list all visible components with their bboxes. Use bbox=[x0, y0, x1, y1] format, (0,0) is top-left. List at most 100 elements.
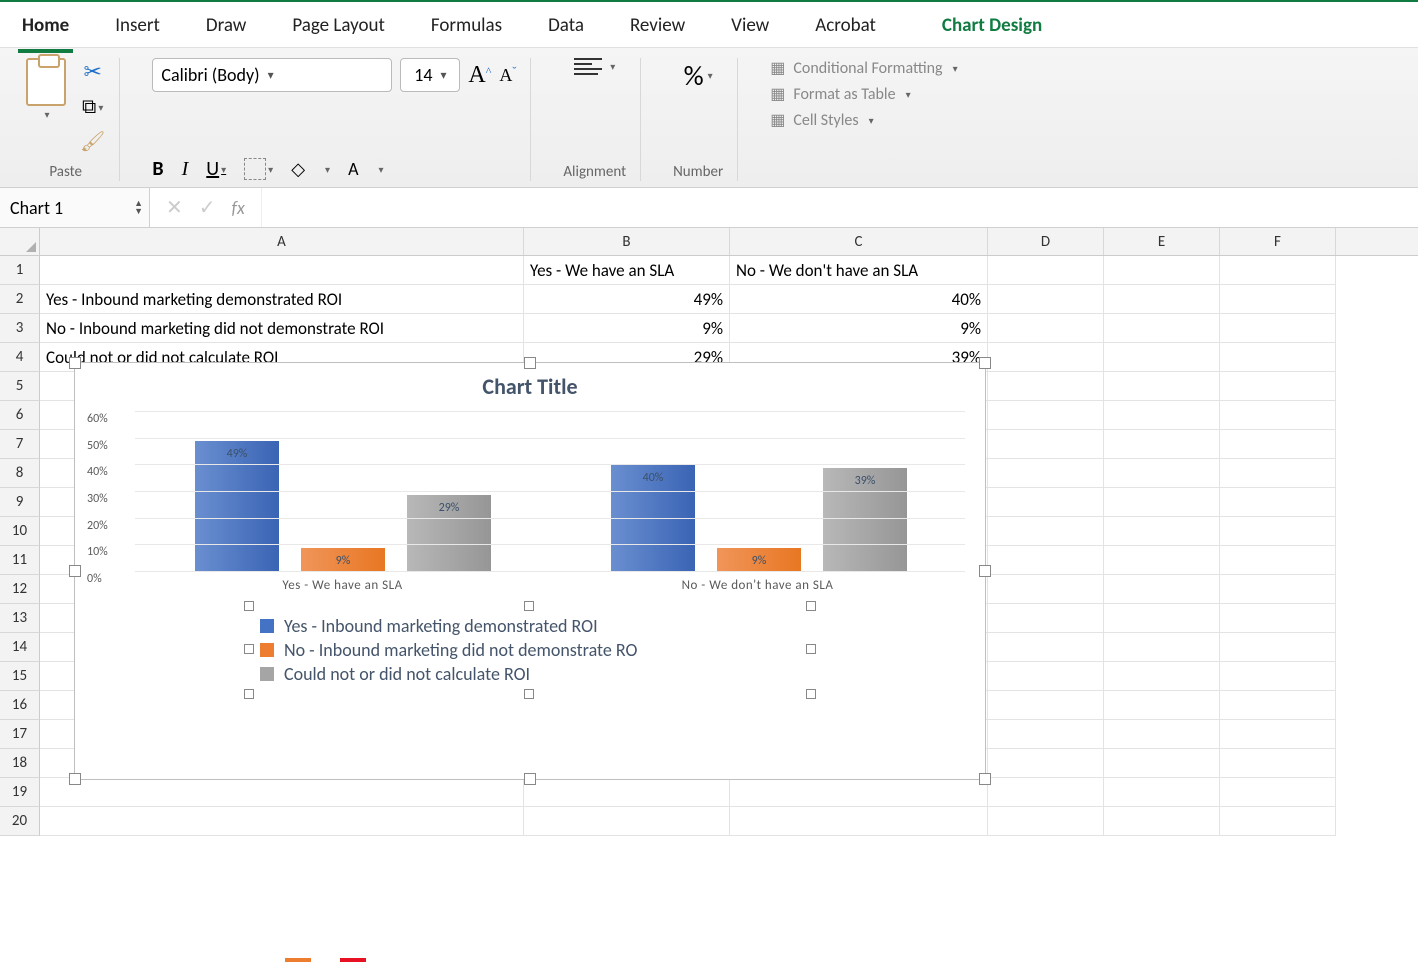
tab-home[interactable]: Home bbox=[18, 8, 73, 53]
tab-insert[interactable]: Insert bbox=[111, 8, 164, 49]
row-header-13[interactable]: 13 bbox=[0, 604, 40, 633]
resize-handle[interactable] bbox=[69, 357, 81, 369]
row-header-2[interactable]: 2 bbox=[0, 285, 40, 314]
col-header-A[interactable]: A bbox=[40, 228, 524, 255]
cell-F17[interactable] bbox=[1220, 720, 1336, 749]
bar[interactable]: 9% bbox=[717, 548, 801, 572]
worksheet[interactable]: A B C D E F 1Yes - We have an SLANo - We… bbox=[0, 228, 1418, 836]
cancel-formula-button[interactable]: ✕ bbox=[166, 195, 183, 220]
cell-E13[interactable] bbox=[1104, 604, 1220, 633]
resize-handle[interactable] bbox=[69, 773, 81, 785]
tab-chart-design[interactable]: Chart Design bbox=[938, 8, 1046, 49]
cell-styles-button[interactable]: ▦ Cell Styles▾ bbox=[770, 110, 957, 130]
cell-F5[interactable] bbox=[1220, 372, 1336, 401]
cell-D16[interactable] bbox=[988, 691, 1104, 720]
cell-B3[interactable]: 9% bbox=[524, 314, 730, 343]
cell-B2[interactable]: 49% bbox=[524, 285, 730, 314]
select-all-corner[interactable] bbox=[0, 228, 40, 255]
resize-handle[interactable] bbox=[524, 357, 536, 369]
resize-handle[interactable] bbox=[979, 565, 991, 577]
col-header-C[interactable]: C bbox=[730, 228, 988, 255]
cell-E17[interactable] bbox=[1104, 720, 1220, 749]
resize-handle[interactable] bbox=[806, 601, 816, 611]
cell-E11[interactable] bbox=[1104, 546, 1220, 575]
col-header-F[interactable]: F bbox=[1220, 228, 1336, 255]
tab-page-layout[interactable]: Page Layout bbox=[288, 8, 389, 49]
cell-D20[interactable] bbox=[988, 807, 1104, 836]
cell-C20[interactable] bbox=[730, 807, 988, 836]
bar[interactable]: 9% bbox=[301, 548, 385, 572]
row-header-19[interactable]: 19 bbox=[0, 778, 40, 807]
resize-handle[interactable] bbox=[979, 773, 991, 785]
cell-D14[interactable] bbox=[988, 633, 1104, 662]
cell-A20[interactable] bbox=[40, 807, 524, 836]
chart-plot-area[interactable]: 49%9%29%40%9%39% 0%10%20%30%40%50%60% bbox=[135, 412, 965, 572]
cell-F10[interactable] bbox=[1220, 517, 1336, 546]
decrease-font-button[interactable]: Aˇ bbox=[499, 65, 516, 86]
fill-color-button[interactable]: ◇ bbox=[291, 158, 305, 180]
row-header-10[interactable]: 10 bbox=[0, 517, 40, 546]
format-painter-button[interactable]: 🖌 bbox=[80, 129, 105, 154]
cell-B20[interactable] bbox=[524, 807, 730, 836]
cell-D13[interactable] bbox=[988, 604, 1104, 633]
row-header-14[interactable]: 14 bbox=[0, 633, 40, 662]
bar[interactable]: 49% bbox=[195, 441, 279, 572]
tab-formulas[interactable]: Formulas bbox=[427, 8, 506, 49]
cell-F15[interactable] bbox=[1220, 662, 1336, 691]
bar[interactable]: 40% bbox=[611, 465, 695, 572]
cell-A3[interactable]: No - Inbound marketing did not demonstra… bbox=[40, 314, 524, 343]
tab-review[interactable]: Review bbox=[626, 8, 689, 49]
bar[interactable]: 39% bbox=[823, 468, 907, 572]
cell-E15[interactable] bbox=[1104, 662, 1220, 691]
tab-acrobat[interactable]: Acrobat bbox=[811, 8, 880, 49]
name-box[interactable]: Chart 1 ▲▼ bbox=[0, 188, 150, 227]
cell-A1[interactable] bbox=[40, 256, 524, 285]
resize-handle[interactable] bbox=[979, 357, 991, 369]
cell-D5[interactable] bbox=[988, 372, 1104, 401]
cell-E3[interactable] bbox=[1104, 314, 1220, 343]
resize-handle[interactable] bbox=[244, 601, 254, 611]
cell-D12[interactable] bbox=[988, 575, 1104, 604]
embedded-chart[interactable]: Chart Title 49%9%29%40%9%39% 0%10%20%30%… bbox=[74, 362, 986, 780]
cell-F18[interactable] bbox=[1220, 749, 1336, 778]
row-header-7[interactable]: 7 bbox=[0, 430, 40, 459]
cell-F3[interactable] bbox=[1220, 314, 1336, 343]
borders-button[interactable]: ▾ bbox=[244, 158, 273, 180]
conditional-formatting-button[interactable]: ▦ Conditional Formatting▾ bbox=[770, 58, 957, 78]
cell-F12[interactable] bbox=[1220, 575, 1336, 604]
cell-D17[interactable] bbox=[988, 720, 1104, 749]
row-header-6[interactable]: 6 bbox=[0, 401, 40, 430]
bar[interactable]: 29% bbox=[407, 495, 491, 572]
increase-font-button[interactable]: A^ bbox=[468, 62, 491, 89]
cell-F14[interactable] bbox=[1220, 633, 1336, 662]
cell-D1[interactable] bbox=[988, 256, 1104, 285]
row-header-5[interactable]: 5 bbox=[0, 372, 40, 401]
cell-C2[interactable]: 40% bbox=[730, 285, 988, 314]
format-as-table-button[interactable]: ▦ Format as Table▾ bbox=[770, 84, 957, 104]
cell-D6[interactable] bbox=[988, 401, 1104, 430]
cell-D8[interactable] bbox=[988, 459, 1104, 488]
cell-E6[interactable] bbox=[1104, 401, 1220, 430]
cell-F19[interactable] bbox=[1220, 778, 1336, 807]
copy-button[interactable]: ⧉▾ bbox=[80, 95, 105, 119]
enter-formula-button[interactable]: ✓ bbox=[199, 195, 216, 220]
cell-A2[interactable]: Yes - Inbound marketing demonstrated ROI bbox=[40, 285, 524, 314]
cell-F11[interactable] bbox=[1220, 546, 1336, 575]
cell-A19[interactable] bbox=[40, 778, 524, 807]
cell-C1[interactable]: No - We don't have an SLA bbox=[730, 256, 988, 285]
row-header-9[interactable]: 9 bbox=[0, 488, 40, 517]
resize-handle[interactable] bbox=[69, 565, 81, 577]
cell-D2[interactable] bbox=[988, 285, 1104, 314]
cell-D9[interactable] bbox=[988, 488, 1104, 517]
cell-C19[interactable] bbox=[730, 778, 988, 807]
row-header-12[interactable]: 12 bbox=[0, 575, 40, 604]
cell-F7[interactable] bbox=[1220, 430, 1336, 459]
cell-F1[interactable] bbox=[1220, 256, 1336, 285]
row-header-11[interactable]: 11 bbox=[0, 546, 40, 575]
cell-E8[interactable] bbox=[1104, 459, 1220, 488]
cut-button[interactable]: ✂ bbox=[80, 58, 105, 85]
formula-input[interactable] bbox=[261, 188, 1418, 227]
cell-D15[interactable] bbox=[988, 662, 1104, 691]
paste-dropdown[interactable]: ▾ bbox=[44, 108, 49, 121]
font-size-combo[interactable]: 14▾ bbox=[400, 58, 460, 92]
